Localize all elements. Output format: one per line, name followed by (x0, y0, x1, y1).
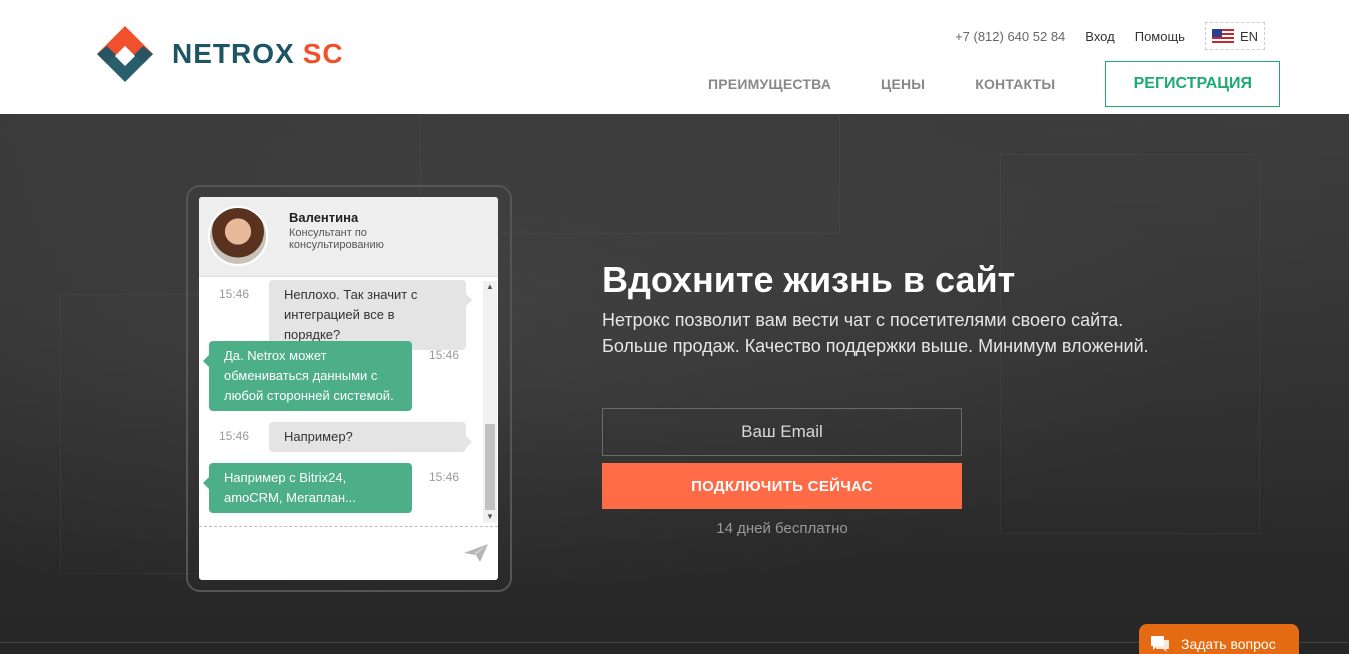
ask-question-button[interactable]: Задать вопрос (1139, 624, 1299, 654)
nav-item-advantages[interactable]: ПРЕИМУЩЕСТВА (708, 76, 831, 92)
hero-subtitle: Нетрокс позволит вам вести чат с посетит… (602, 307, 1202, 359)
send-icon[interactable] (464, 544, 488, 562)
netrox-logo-icon[interactable] (95, 24, 155, 84)
nav-item-prices[interactable]: ЦЕНЫ (881, 76, 925, 92)
brand-name-part2: SC (302, 38, 344, 69)
brand-name-part1: NETROX (172, 38, 295, 69)
chat-bubble-icon (1151, 636, 1169, 652)
scroll-down-arrow-icon[interactable]: ▼ (483, 511, 497, 523)
agent-role: Консультант по консультированию (289, 227, 384, 251)
agent-avatar (208, 206, 268, 266)
ask-question-label: Задать вопрос (1181, 636, 1276, 652)
message-time: 15:46 (429, 470, 460, 484)
visitor-message: Например? (269, 422, 472, 452)
chat-header: Валентина Консультант по консультировани… (199, 197, 498, 277)
chat-messages: 15:46 Неплохо. Так значит с интеграцией … (199, 277, 498, 525)
message-time: 15:46 (219, 287, 250, 301)
hero-subtitle-line2: Больше продаж. Качество поддержки выше. … (602, 336, 1149, 356)
message-time: 15:46 (219, 429, 250, 443)
top-links: +7 (812) 640 52 84 Вход Помощь EN (955, 22, 1265, 50)
hero-title: Вдохните жизнь в сайт (602, 259, 1016, 300)
agent-name: Валентина (289, 210, 359, 225)
register-button[interactable]: РЕГИСТРАЦИЯ (1105, 61, 1281, 107)
main-nav: ПРЕИМУЩЕСТВА ЦЕНЫ КОНТАКТЫ РЕГИСТРАЦИЯ (708, 61, 1281, 107)
language-label: EN (1239, 28, 1258, 44)
nav-item-contacts[interactable]: КОНТАКТЫ (975, 76, 1055, 92)
connect-now-button[interactable]: ПОДКЛЮЧИТЬ СЕЙЧАС (602, 463, 962, 509)
chat-scrollbar[interactable]: ▲ ▼ (483, 281, 497, 523)
trial-note: 14 дней бесплатно (716, 520, 848, 537)
us-flag-icon (1211, 29, 1234, 43)
phone-number[interactable]: +7 (812) 640 52 84 (955, 29, 1065, 44)
message-time: 15:46 (429, 348, 460, 362)
agent-message: Да. Netrox может обмениваться данными с … (203, 341, 412, 411)
site-header: NETROX SC +7 (812) 640 52 84 Вход Помощь … (0, 0, 1349, 114)
visitor-message: Неплохо. Так значит с интеграцией все в … (269, 280, 472, 350)
help-link[interactable]: Помощь (1135, 29, 1185, 44)
language-switcher[interactable]: EN (1204, 22, 1265, 50)
chat-widget-demo: Валентина Консультант по консультировани… (199, 197, 498, 580)
scroll-up-arrow-icon[interactable]: ▲ (483, 281, 497, 293)
email-field[interactable] (602, 408, 962, 456)
brand-name[interactable]: NETROX SC (172, 38, 344, 70)
chat-message-input[interactable] (199, 526, 498, 580)
hero-section: Валентина Консультант по консультировани… (0, 114, 1349, 654)
hero-subtitle-line1: Нетрокс позволит вам вести чат с посетит… (602, 310, 1124, 330)
agent-message: Например с Bitrix24, amoCRM, Мегаплан... (203, 463, 412, 513)
scroll-thumb[interactable] (485, 424, 495, 510)
login-link[interactable]: Вход (1085, 29, 1114, 44)
